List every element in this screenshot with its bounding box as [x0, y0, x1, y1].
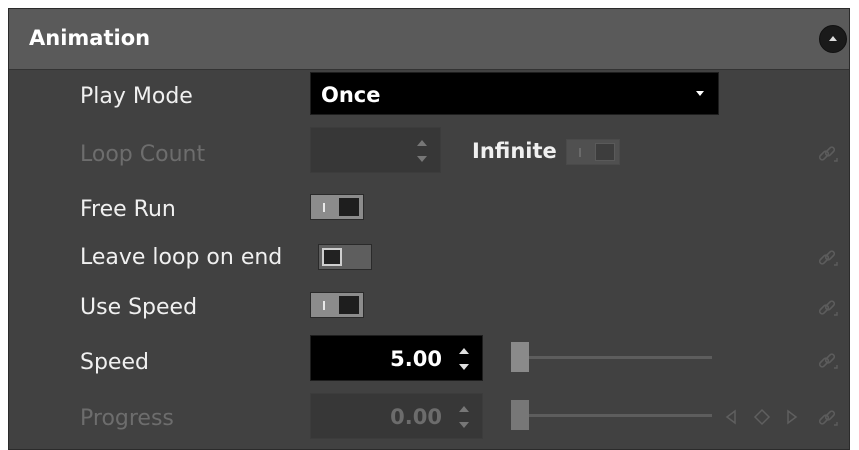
diamond-icon: [753, 408, 771, 426]
free-run-toggle[interactable]: [310, 194, 364, 220]
speed-slider-track[interactable]: [511, 356, 712, 359]
play-mode-dropdown[interactable]: Once: [310, 72, 719, 115]
loop-count-label: Loop Count: [80, 142, 206, 167]
stepper-arrows-icon[interactable]: [459, 348, 469, 370]
link-icon[interactable]: [817, 351, 839, 373]
progress-slider-track[interactable]: [511, 414, 712, 417]
animation-panel: Animation Play Mode Once Loop Count Infi…: [8, 8, 850, 450]
use-speed-toggle[interactable]: [310, 292, 364, 318]
stepper-arrows-icon[interactable]: [417, 140, 427, 162]
panel-title: Animation: [29, 26, 151, 50]
chevron-up-icon: [829, 36, 837, 41]
link-icon[interactable]: [817, 248, 839, 270]
speed-label: Speed: [80, 350, 149, 375]
link-icon[interactable]: [817, 298, 839, 320]
link-icon[interactable]: [817, 144, 839, 166]
use-speed-label: Use Speed: [80, 295, 198, 320]
link-icon[interactable]: [817, 408, 839, 430]
progress-value: 0.00: [390, 405, 442, 429]
keyframe-controls: [725, 408, 798, 426]
speed-stepper[interactable]: 5.00: [310, 335, 483, 381]
infinite-label: Infinite: [472, 139, 557, 163]
infinite-toggle[interactable]: [566, 139, 620, 165]
free-run-label: Free Run: [80, 197, 176, 222]
progress-stepper[interactable]: 0.00: [310, 393, 483, 439]
panel-header[interactable]: Animation: [9, 9, 849, 70]
play-mode-label: Play Mode: [80, 84, 193, 109]
leave-loop-on-end-label: Leave loop on end: [80, 245, 283, 270]
triangle-left-icon: [725, 409, 736, 425]
triangle-right-icon: [787, 409, 798, 425]
chevron-down-icon: [696, 91, 704, 96]
collapse-button[interactable]: [819, 25, 847, 53]
speed-slider-handle[interactable]: [511, 342, 529, 372]
play-mode-value: Once: [321, 83, 381, 107]
speed-value: 5.00: [390, 347, 442, 371]
leave-loop-on-end-toggle[interactable]: [318, 244, 372, 270]
progress-slider-handle[interactable]: [511, 400, 529, 430]
stepper-arrows-icon[interactable]: [459, 406, 469, 428]
loop-count-stepper[interactable]: [310, 127, 441, 173]
progress-label: Progress: [80, 406, 174, 431]
